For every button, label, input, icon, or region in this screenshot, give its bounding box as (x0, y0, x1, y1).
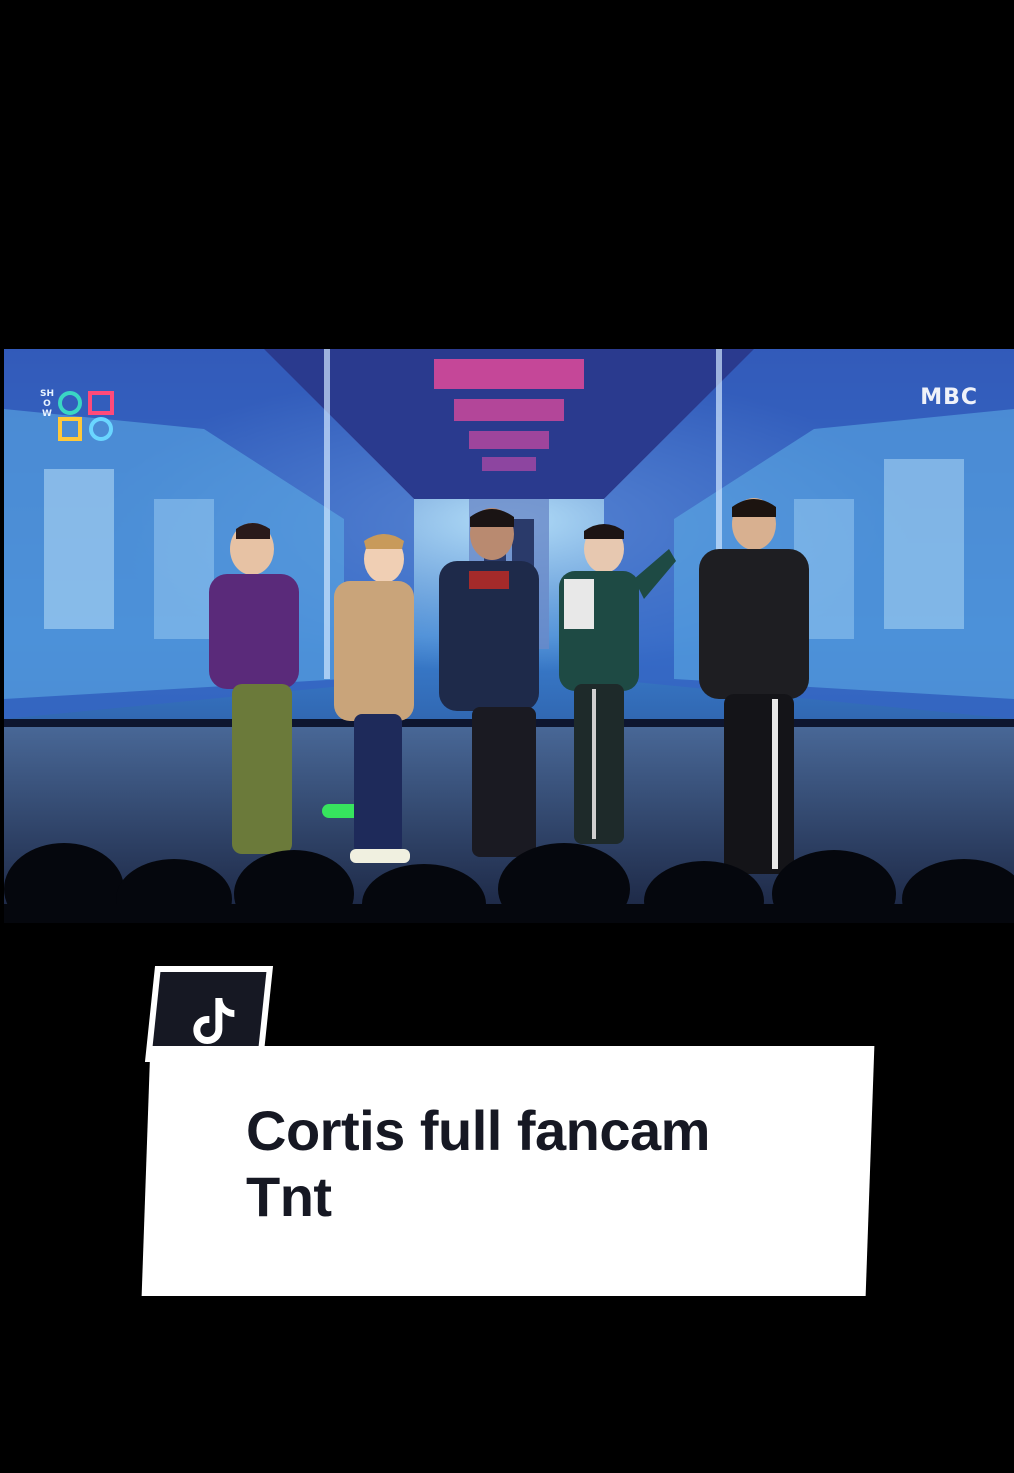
mbc-logo: MBC (920, 385, 978, 410)
caption-line-2: Tnt (246, 1165, 332, 1228)
music-core-mark-icon (58, 391, 114, 441)
caption-line-1: Cortis full fancam (246, 1099, 710, 1162)
tiktok-note-icon (193, 998, 235, 1044)
show-music-core-logo: SHOW (40, 389, 120, 445)
show-logo-word: SHOW (40, 389, 55, 419)
caption-text: Cortis full fancam Tnt (246, 1098, 846, 1230)
video-still[interactable]: SHOW MBC (4, 349, 1014, 923)
tiktok-post-screen: SHOW MBC Cortis full fancam Tnt (0, 0, 1014, 1473)
stage-performance-image (4, 349, 1014, 923)
